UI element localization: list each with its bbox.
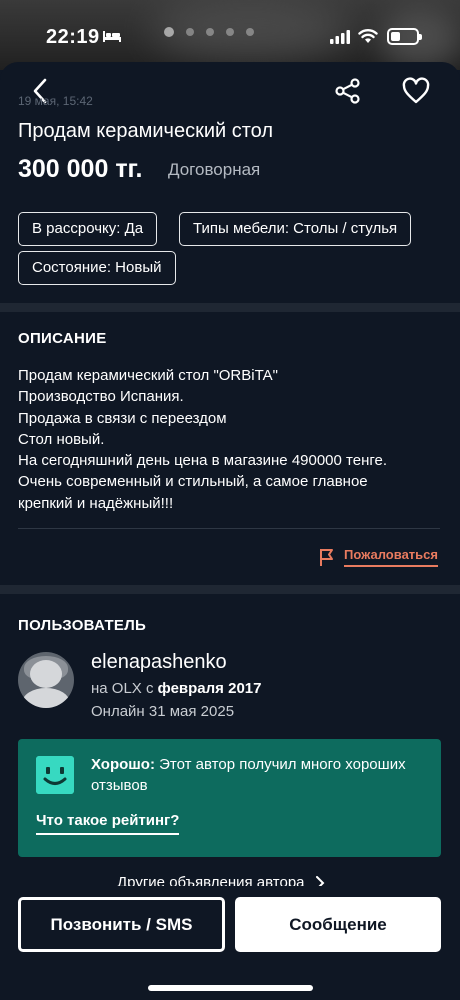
listing-title: Продам керамический стол [18,120,274,142]
wifi-icon [358,29,378,43]
status-time: 22:19 [46,26,100,48]
rating-card: Хорошо: Этот автор получил много хороших… [18,739,441,857]
price-negotiable: Договорная [168,160,261,179]
rating-text: Хорошо: Этот автор получил много хороших… [91,756,406,794]
page-dot[interactable] [246,28,254,36]
description-line: Стол новый. [18,430,105,448]
heart-icon[interactable] [401,76,431,106]
message-button[interactable]: Сообщение [235,897,441,952]
page-dot[interactable] [226,28,234,36]
page-dot[interactable] [186,28,194,36]
report-button[interactable]: Пожаловаться [318,545,438,569]
listing-sheet [0,62,460,1000]
rating-info-link[interactable]: Что такое рейтинг? [36,812,180,835]
description-line: Производство Испания. [18,388,184,406]
smiley-face-icon [36,756,74,794]
page-dot[interactable] [164,27,174,37]
photo-strip: 22:19 [0,0,460,70]
home-indicator[interactable] [148,985,313,991]
listing-price: 300 000 тг. [18,155,143,183]
section-divider [0,303,460,312]
description-line: крепкий и надёжный!!! [18,494,174,512]
member-since: на OLX с февраля 2017 [91,680,262,697]
cellular-signal-icon [330,30,350,44]
description-line: На сегодняшний день цена в магазине 4900… [18,452,388,470]
section-divider [0,585,460,594]
report-label: Пожаловаться [344,547,438,567]
user-heading: ПОЛЬЗОВАТЕЛЬ [18,617,147,634]
username[interactable]: elenapashenko [91,651,227,674]
description-line: Продам керамический стол "ORBiTA" [18,367,278,384]
photo-page-dots[interactable] [164,27,254,37]
description-divider [18,528,440,529]
description-line: Очень современный и стильный, а самое гл… [18,473,368,491]
description-line: Продажа в связи с переездом [18,409,227,427]
page-dot[interactable] [206,28,214,36]
flag-icon [320,549,333,566]
param-chip-installment: В рассрочку: Да [18,212,158,246]
battery-icon [387,28,422,45]
description-heading: ОПИСАНИЕ [18,330,107,347]
sleep-mode-icon [103,31,121,42]
share-icon[interactable] [333,76,363,106]
description-text: Продам керамический стол "ORBiTA" Произв… [18,365,438,514]
call-sms-button[interactable]: Позвонить / SMS [18,897,225,952]
last-online: Онлайн 31 мая 2025 [91,703,235,720]
avatar[interactable] [18,652,74,708]
param-chip-furniture-type: Типы мебели: Столы / стулья [179,212,412,246]
param-chip-condition: Состояние: Новый [18,251,176,285]
publish-date: 19 мая, 15:42 [18,94,93,108]
